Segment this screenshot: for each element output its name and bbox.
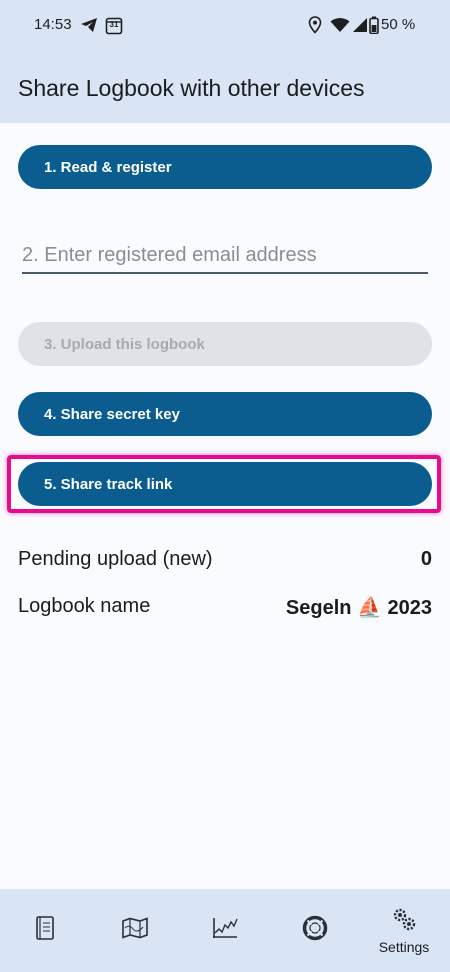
battery-percent: 50 % [381,16,416,33]
email-field[interactable]: 2. Enter registered email address [22,232,428,274]
top-bar: 14:53 31 50 % Share Logbook with other d… [0,0,450,123]
nav-settings-label: Settings [378,939,430,955]
read-register-button[interactable]: 1. Read & register [18,145,432,189]
settings-gears-icon [390,906,418,937]
signal-icon [352,15,368,35]
status-time: 14:53 [34,16,72,33]
chart-icon [211,916,239,945]
pending-upload-row: Pending upload (new) 0 [18,545,432,575]
upload-logbook-label: 3. Upload this logbook [44,335,205,353]
map-icon [121,917,149,944]
email-placeholder: 2. Enter registered email address [22,244,317,266]
telegram-icon [80,15,98,35]
share-track-link-button[interactable]: 5. Share track link [18,462,432,506]
share-track-link-label: 5. Share track link [44,475,173,493]
wifi-icon [330,15,350,35]
pending-upload-value: 0 [420,548,432,570]
nav-safety[interactable] [290,889,340,972]
nav-settings[interactable]: Settings [366,889,442,972]
logbook-icon [34,915,56,946]
location-icon [308,15,322,35]
share-secret-key-label: 4. Share secret key [44,405,180,423]
calendar-day: 31 [109,20,119,29]
pending-upload-label: Pending upload (new) [18,548,213,570]
read-register-label: 1. Read & register [44,158,172,176]
page-title: Share Logbook with other devices [18,75,365,101]
battery-icon [369,15,379,35]
calendar-icon: 31 [105,15,123,35]
logbook-name-label: Logbook name [18,595,151,617]
lifebuoy-icon [302,915,328,946]
status-bar: 14:53 31 50 % [0,0,450,54]
nav-statistics[interactable] [200,889,250,972]
logbook-name-value: Segeln ⛵ 2023 [285,597,432,619]
nav-map[interactable] [110,889,160,972]
bottom-navigation: Settings [0,889,450,972]
logbook-name-row: Logbook name Segeln ⛵ 2023 [18,592,432,622]
upload-logbook-button[interactable]: 3. Upload this logbook [18,322,432,366]
nav-logbook[interactable] [20,889,70,972]
share-secret-key-button[interactable]: 4. Share secret key [18,392,432,436]
